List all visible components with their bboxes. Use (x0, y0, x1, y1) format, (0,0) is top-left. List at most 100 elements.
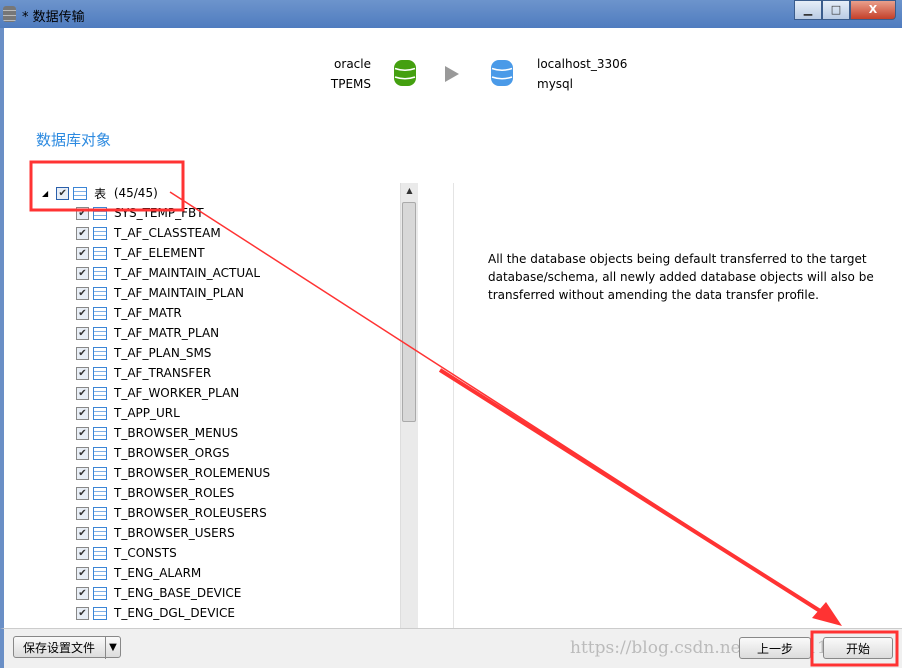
checkbox[interactable]: ✔ (76, 566, 89, 580)
panel-divider (453, 183, 454, 628)
tree-item[interactable]: ✔ T_BROWSER_ROLEUSERS (76, 503, 267, 523)
table-icon (93, 426, 107, 440)
checkbox[interactable]: ✔ (56, 186, 70, 200)
back-button[interactable]: 上一步 (739, 637, 811, 659)
tree-item[interactable]: ✔ T_ENG_ALARM (76, 563, 201, 583)
checkbox[interactable]: ✔ (76, 326, 89, 340)
table-icon (93, 346, 107, 360)
table-name: T_BROWSER_ORGS (114, 446, 230, 460)
tree-item[interactable]: ✔ SYS_TEMP_FBT (76, 203, 204, 223)
checkbox[interactable]: ✔ (76, 526, 89, 540)
checkbox[interactable]: ✔ (76, 546, 89, 560)
transfer-arrow-icon (445, 66, 459, 82)
tree-item[interactable]: ✔ T_BROWSER_MENUS (76, 423, 238, 443)
table-name: T_ENG_BASE_DEVICE (114, 586, 242, 600)
section-title: 数据库对象 (36, 131, 112, 149)
table-icon (93, 406, 107, 420)
table-name: T_AF_MAINTAIN_PLAN (114, 286, 245, 300)
table-name: T_BROWSER_USERS (114, 526, 235, 540)
table-icon (93, 486, 107, 500)
collapse-icon[interactable]: ◢ (42, 189, 48, 198)
save-profile-button[interactable]: 保存设置文件 ▼ (13, 636, 121, 659)
checkbox[interactable]: ✔ (76, 506, 89, 520)
table-icon (93, 546, 107, 560)
start-button[interactable]: 开始 (823, 637, 893, 659)
table-icon (93, 246, 107, 260)
tree-root-tables[interactable]: ◢ ✔ 表 (45/45) (42, 183, 158, 203)
checkbox[interactable]: ✔ (76, 286, 89, 300)
table-icon (93, 306, 107, 320)
checkbox[interactable]: ✔ (76, 606, 89, 620)
tree-item[interactable]: ✔ T_BROWSER_ROLES (76, 483, 234, 503)
checkbox[interactable]: ✔ (76, 586, 89, 600)
close-button[interactable]: X (850, 0, 896, 20)
table-name: T_BROWSER_ROLEMENUS (114, 466, 271, 480)
table-icon (93, 206, 107, 220)
tree-item[interactable]: ✔ T_AF_MAINTAIN_ACTUAL (76, 263, 260, 283)
tree-item[interactable]: ✔ T_AF_CLASSTEAM (76, 223, 221, 243)
table-name: T_AF_CLASSTEAM (114, 226, 221, 240)
watermark: https://blog.csdn.net/x541211190 (570, 638, 861, 658)
tree-item[interactable]: ✔ T_ENG_DGL_DEVICE (76, 603, 235, 623)
checkbox[interactable]: ✔ (76, 346, 89, 360)
table-name: T_AF_MATR (114, 306, 182, 320)
tree-item[interactable]: ✔ T_AF_TRANSFER (76, 363, 211, 383)
tree-item[interactable]: ✔ T_AF_MAINTAIN_PLAN (76, 283, 244, 303)
table-icon (93, 446, 107, 460)
checkbox[interactable]: ✔ (76, 486, 89, 500)
target-type: mysql (537, 77, 573, 91)
checkbox[interactable]: ✔ (76, 466, 89, 480)
table-icon (73, 186, 88, 200)
target-name: localhost_3306 (537, 57, 628, 71)
checkbox[interactable]: ✔ (76, 386, 89, 400)
table-name: T_AF_TRANSFER (114, 366, 212, 380)
tree-item[interactable]: ✔ T_CONSTS (76, 543, 177, 563)
table-name: T_AF_MATR_PLAN (114, 326, 220, 340)
table-name: SYS_TEMP_FBT (114, 206, 204, 220)
tree-item[interactable]: ✔ T_AF_MATR_PLAN (76, 323, 219, 343)
tree-item[interactable]: ✔ T_AF_PLAN_SMS (76, 343, 211, 363)
table-icon (93, 226, 107, 240)
scroll-up-icon[interactable]: ▲ (401, 186, 418, 195)
tree-item[interactable]: ✔ T_ENG_BASE_DEVICE (76, 583, 241, 603)
table-name: T_BROWSER_ROLEUSERS (114, 506, 267, 520)
tree-item[interactable]: ✔ T_APP_URL (76, 403, 180, 423)
table-icon (93, 606, 107, 620)
table-icon (93, 526, 107, 540)
dropdown-icon[interactable]: ▼ (105, 637, 120, 659)
table-icon (93, 566, 107, 580)
checkbox[interactable]: ✔ (76, 226, 89, 240)
database-app-icon (3, 6, 16, 22)
tree-item[interactable]: ✔ T_AF_ELEMENT (76, 243, 205, 263)
tree-scrollbar[interactable]: ▲ (400, 183, 418, 628)
checkbox[interactable]: ✔ (76, 366, 89, 380)
window-title: * 数据传输 (22, 10, 85, 25)
checkbox[interactable]: ✔ (76, 206, 89, 220)
source-info: oracle TPEMS (331, 54, 371, 94)
tree-item[interactable]: ✔ T_BROWSER_ORGS (76, 443, 229, 463)
checkbox[interactable]: ✔ (76, 306, 89, 320)
table-icon (93, 586, 107, 600)
table-icon (93, 366, 107, 380)
tree-item[interactable]: ✔ T_BROWSER_USERS (76, 523, 235, 543)
checkbox[interactable]: ✔ (76, 426, 89, 440)
checkbox[interactable]: ✔ (76, 246, 89, 260)
tree-item[interactable]: ✔ T_AF_MATR (76, 303, 182, 323)
checkbox[interactable]: ✔ (76, 446, 89, 460)
save-profile-label: 保存设置文件 (23, 641, 96, 655)
tree-item[interactable]: ✔ T_BROWSER_ROLEMENUS (76, 463, 270, 483)
minimize-button[interactable]: ▁ (794, 0, 822, 20)
table-icon (93, 466, 107, 480)
tree-item[interactable]: ✔ T_AF_WORKER_PLAN (76, 383, 239, 403)
scroll-thumb[interactable] (402, 202, 416, 422)
checkbox[interactable]: ✔ (76, 406, 89, 420)
root-count: (45/45) (113, 186, 158, 200)
title-bar: * 数据传输 ▁ □ X (0, 0, 902, 28)
table-name: T_AF_ELEMENT (114, 246, 205, 260)
maximize-button[interactable]: □ (822, 0, 850, 20)
description-text: All the database objects being default t… (488, 252, 874, 302)
object-tree: ◢ ✔ 表 (45/45) ✔ SYS_TEMP_FBT ✔ T_AF_CLASSTE… (30, 183, 400, 628)
target-database-icon (491, 60, 513, 86)
root-label: 表 (94, 186, 107, 201)
checkbox[interactable]: ✔ (76, 266, 89, 280)
